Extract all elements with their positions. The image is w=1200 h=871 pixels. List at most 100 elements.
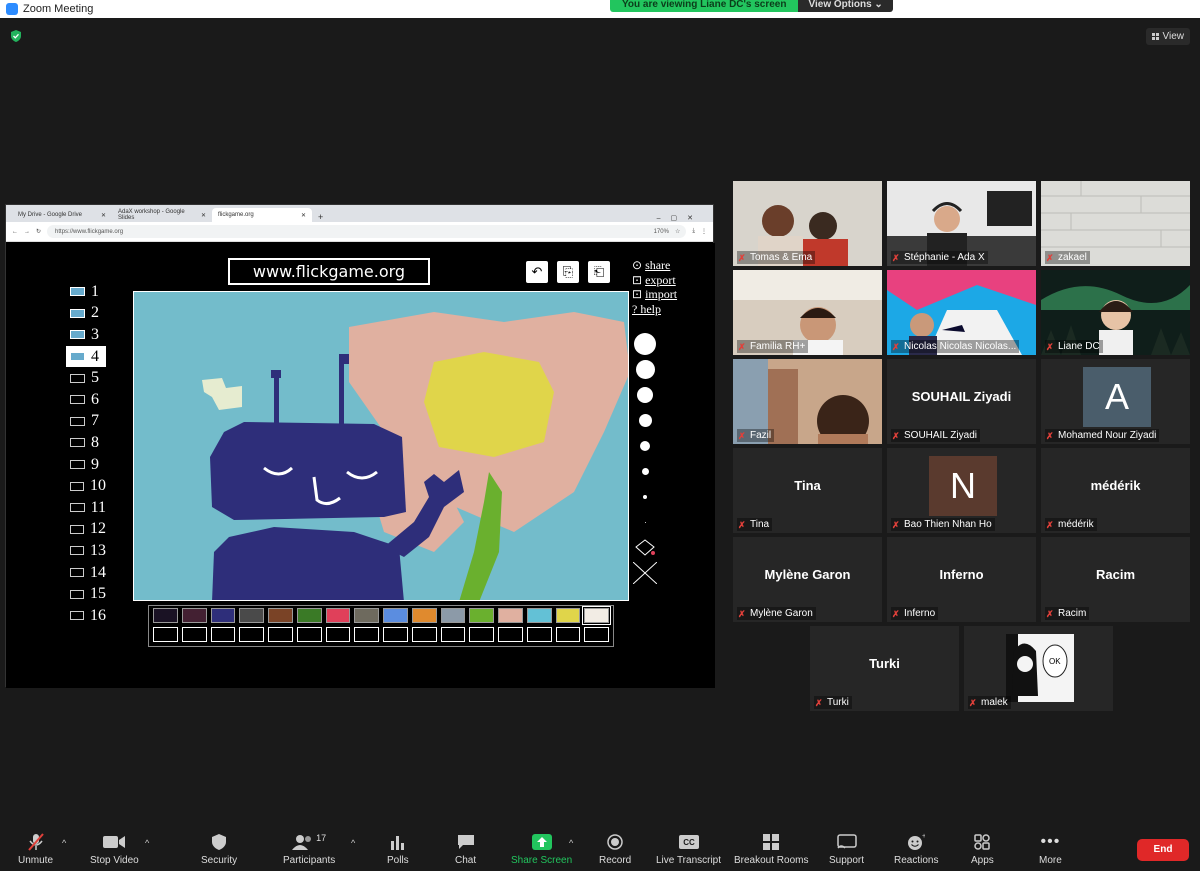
polls-button[interactable]: Polls [387, 833, 409, 866]
palette-empty-swatch[interactable] [469, 627, 494, 642]
participants-options-caret[interactable]: ^ [351, 838, 355, 848]
video-options-caret[interactable]: ^ [145, 838, 149, 848]
participant-tile[interactable]: ✗ Liane DC [1041, 270, 1190, 355]
frame-item[interactable]: 12 [66, 519, 106, 541]
palette-swatch[interactable] [469, 608, 494, 623]
paste-icon[interactable]: ⎗ [588, 261, 610, 283]
participant-tile[interactable]: N ✗ Bao Thien Nhan Ho [887, 448, 1036, 533]
palette-empty-swatch[interactable] [181, 627, 207, 642]
live-transcript-button[interactable]: CC Live Transcript [656, 833, 721, 866]
support-button[interactable]: Support [829, 833, 864, 866]
flickgame-title[interactable]: www.flickgame.org [228, 258, 430, 285]
palette-swatch[interactable] [354, 608, 379, 623]
new-tab-icon[interactable]: + [318, 212, 323, 222]
reload-icon[interactable]: ↻ [36, 228, 41, 235]
palette-empty-swatch[interactable] [210, 627, 236, 642]
drawing-canvas[interactable] [133, 291, 629, 601]
palette-empty-swatch[interactable] [440, 627, 466, 642]
palette-swatch[interactable] [383, 608, 408, 623]
menu-help[interactable]: ? help [632, 302, 677, 317]
frame-item[interactable]: 5 [66, 367, 106, 389]
palette-empty-swatch[interactable] [153, 627, 178, 642]
participants-button[interactable]: 17 Participants [283, 833, 335, 866]
breakout-rooms-button[interactable]: Breakout Rooms [734, 833, 808, 866]
participant-tile[interactable]: A ✗ Mohamed Nour Ziyadi [1041, 359, 1190, 444]
participant-tile[interactable]: OK ✗ malek [964, 626, 1113, 711]
close-icon[interactable]: ✕ [301, 212, 306, 219]
brush-size-option[interactable] [630, 459, 660, 485]
participant-tile[interactable]: Turki ✗ Turki [810, 626, 959, 711]
window-controls-icon[interactable]: –▢✕ [657, 214, 703, 222]
chat-button[interactable]: Chat [455, 833, 476, 866]
frame-item[interactable]: 14 [66, 562, 106, 584]
browser-tab-active[interactable]: flickgame.org ✕ [212, 208, 312, 222]
url-field[interactable]: https://www.flickgame.org 170% ☆ [47, 225, 687, 238]
frame-item[interactable]: 11 [66, 497, 106, 519]
participant-tile[interactable]: ✗ Nicolas Nicolas Nicolas... [887, 270, 1036, 355]
palette-swatch[interactable] [239, 608, 264, 623]
brush-size-option[interactable] [630, 382, 660, 408]
palette-empty-swatch[interactable] [584, 627, 609, 642]
brush-size-option[interactable] [630, 510, 660, 536]
brush-size-option[interactable] [630, 433, 660, 459]
menu-export[interactable]: ⊡ export [632, 273, 677, 288]
frame-item[interactable]: 9 [66, 454, 106, 476]
frame-item[interactable]: 7 [66, 411, 106, 433]
unmute-button[interactable]: Unmute [18, 833, 53, 866]
brush-size-option[interactable] [630, 484, 660, 510]
undo-icon[interactable]: ↶ [526, 261, 548, 283]
participant-tile[interactable]: ✗ Familia RH+ [733, 270, 882, 355]
end-meeting-button[interactable]: End [1137, 839, 1189, 861]
palette-swatch[interactable] [268, 608, 293, 623]
brush-size-option[interactable] [630, 408, 660, 434]
back-icon[interactable]: ← [12, 229, 18, 235]
palette-empty-swatch[interactable] [296, 627, 322, 642]
menu-share[interactable]: ⊙ share [632, 258, 677, 273]
participant-tile[interactable]: Mylène Garon ✗ Mylène Garon [733, 537, 882, 622]
palette-empty-swatch[interactable] [555, 627, 581, 642]
palette-swatch[interactable] [440, 608, 466, 623]
frame-item[interactable]: 10 [66, 475, 106, 497]
frame-item[interactable]: 3 [66, 324, 106, 346]
palette-empty-swatch[interactable] [354, 627, 379, 642]
security-button[interactable]: Security [201, 833, 237, 866]
palette-swatch[interactable] [325, 608, 351, 623]
audio-options-caret[interactable]: ^ [62, 838, 66, 848]
palette-empty-swatch[interactable] [498, 627, 523, 642]
participant-tile[interactable]: ✗ Fazil [733, 359, 882, 444]
palette-empty-swatch[interactable] [239, 627, 264, 642]
apps-button[interactable]: Apps [971, 833, 994, 866]
frame-item[interactable]: 1 [66, 281, 106, 303]
palette-swatch[interactable] [498, 608, 523, 623]
star-icon[interactable]: ☆ [675, 228, 680, 235]
reactions-button[interactable]: + Reactions [894, 833, 938, 866]
frame-item[interactable]: 2 [66, 303, 106, 325]
palette-swatch[interactable] [210, 608, 236, 623]
fill-bucket-icon[interactable] [630, 535, 660, 560]
view-options-button[interactable]: View Options ⌄ [798, 0, 893, 12]
participant-tile[interactable]: Inferno ✗ Inferno [887, 537, 1036, 622]
palette-swatch[interactable] [582, 606, 611, 625]
palette-empty-swatch[interactable] [268, 627, 293, 642]
participant-tile[interactable]: ✗ zakael [1041, 181, 1190, 266]
frame-item[interactable]: 6 [66, 389, 106, 411]
brush-size-option[interactable] [630, 331, 660, 357]
participant-tile[interactable]: Tina ✗ Tina [733, 448, 882, 533]
share-options-caret[interactable]: ^ [569, 838, 573, 848]
frame-item[interactable]: 8 [66, 432, 106, 454]
palette-swatch[interactable] [181, 608, 207, 623]
frame-item[interactable]: 4 [66, 345, 106, 368]
palette-empty-swatch[interactable] [411, 627, 437, 642]
browser-tab[interactable]: AdaX workshop - Google Slides ✕ [112, 208, 212, 222]
participant-tile[interactable]: Racim ✗ Racim [1041, 537, 1190, 622]
forward-icon[interactable]: → [24, 229, 30, 235]
menu-import[interactable]: ⊡ import [632, 287, 677, 302]
palette-empty-swatch[interactable] [325, 627, 351, 642]
palette-swatch[interactable] [296, 608, 322, 623]
extensions-icon[interactable]: ⋮ [701, 228, 707, 235]
palette-empty-swatch[interactable] [383, 627, 408, 642]
view-button[interactable]: View [1145, 28, 1190, 45]
clear-icon[interactable] [630, 560, 660, 585]
close-icon[interactable]: ✕ [101, 212, 106, 219]
frame-item[interactable]: 13 [66, 540, 106, 562]
